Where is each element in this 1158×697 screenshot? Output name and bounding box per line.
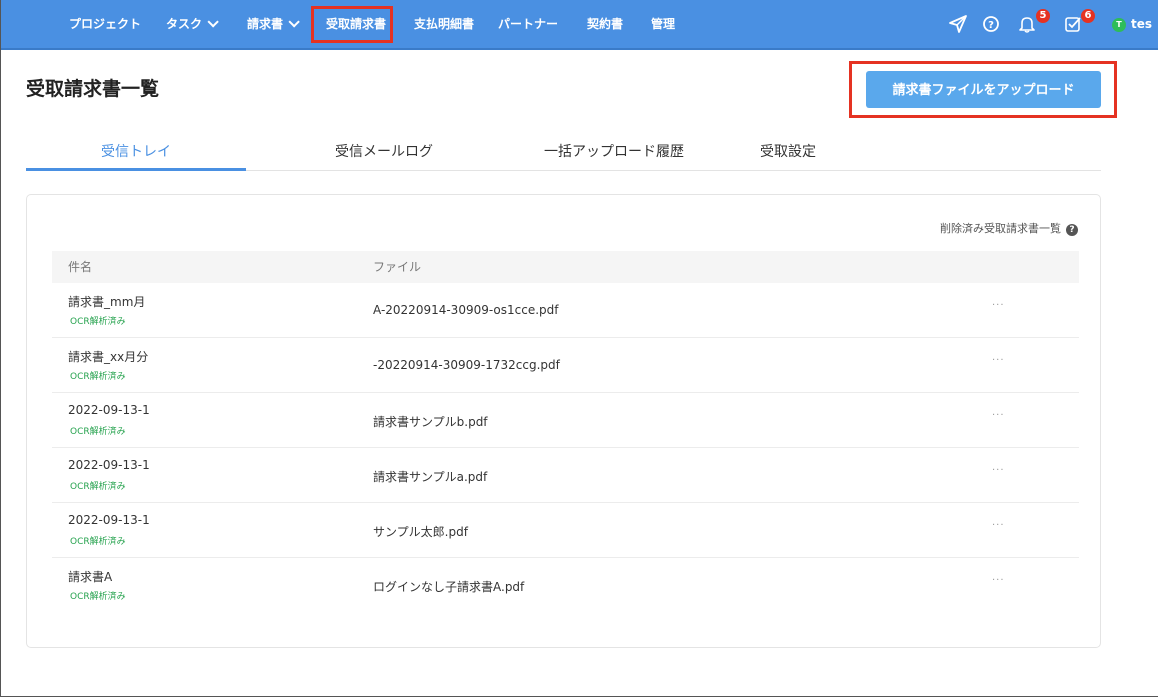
- nav-partners[interactable]: パートナー: [498, 0, 558, 48]
- more-options-icon[interactable]: ···: [992, 520, 1005, 531]
- nav-projects[interactable]: プロジェクト: [69, 0, 141, 48]
- nav-tasks[interactable]: タスク: [166, 0, 219, 48]
- bell-icon[interactable]: [1017, 14, 1037, 34]
- chevron-down-icon: [288, 16, 300, 28]
- upload-highlight-box: [849, 61, 1117, 118]
- deleted-invoices-link[interactable]: 削除済み受取請求書一覧?: [940, 220, 1078, 236]
- invoice-subject[interactable]: 2022-09-13-1: [68, 403, 150, 417]
- nav-contracts[interactable]: 契約書: [587, 0, 623, 48]
- nav-admin[interactable]: 管理: [651, 0, 675, 48]
- column-header-subject: 件名: [68, 260, 93, 274]
- table-row[interactable]: 2022-09-13-1 OCR解析済み 請求書サンプルa.pdf ···: [52, 448, 1079, 503]
- user-name[interactable]: tes: [1131, 0, 1152, 48]
- app-frame: プロジェクト タスク 請求書 受取請求書 支払明細書 パートナー 契約書 管理 …: [0, 0, 1158, 697]
- status-badge: OCR解析済み: [70, 427, 126, 437]
- tab-mail-log[interactable]: 受信メールログ: [274, 133, 494, 171]
- table-row[interactable]: 請求書_mm月 OCR解析済み A-20220914-30909-os1cce.…: [52, 283, 1079, 338]
- invoice-file[interactable]: サンプル太郎.pdf: [373, 523, 468, 540]
- tab-receive-settings[interactable]: 受取設定: [678, 133, 898, 171]
- page-title: 受取請求書一覧: [26, 78, 160, 100]
- avatar[interactable]: T: [1112, 18, 1126, 32]
- nav-invoices[interactable]: 請求書: [247, 0, 300, 48]
- checkbox-task-icon[interactable]: [1063, 14, 1083, 34]
- table-header: 件名 ファイル: [52, 251, 1079, 283]
- table-row[interactable]: 請求書A OCR解析済み ログインなし子請求書A.pdf ···: [52, 558, 1079, 613]
- invoice-subject[interactable]: 請求書_mm月: [68, 293, 145, 310]
- nav-payment-statements[interactable]: 支払明細書: [414, 0, 474, 48]
- more-options-icon[interactable]: ···: [992, 355, 1005, 366]
- more-options-icon[interactable]: ···: [992, 300, 1005, 311]
- invoice-file[interactable]: 請求書サンプルa.pdf: [373, 468, 487, 485]
- status-badge: OCR解析済み: [70, 482, 126, 492]
- invoice-subject[interactable]: 請求書A: [68, 568, 112, 585]
- top-navigation-bar: プロジェクト タスク 請求書 受取請求書 支払明細書 パートナー 契約書 管理 …: [1, 0, 1158, 50]
- send-icon[interactable]: [948, 14, 968, 34]
- more-options-icon[interactable]: ···: [992, 575, 1005, 586]
- nav-highlight-box: [311, 6, 393, 43]
- invoice-file[interactable]: ログインなし子請求書A.pdf: [373, 578, 524, 595]
- status-badge: OCR解析済み: [70, 592, 126, 602]
- status-badge: OCR解析済み: [70, 372, 126, 382]
- invoice-file[interactable]: A-20220914-30909-os1cce.pdf: [373, 303, 559, 317]
- invoice-subject[interactable]: 2022-09-13-1: [68, 458, 150, 472]
- help-icon[interactable]: ?: [981, 14, 1001, 34]
- invoice-list-card: 削除済み受取請求書一覧? 件名 ファイル 請求書_mm月 OCR解析済み A-2…: [26, 194, 1101, 648]
- invoice-subject[interactable]: 2022-09-13-1: [68, 513, 150, 527]
- invoice-file[interactable]: 請求書サンプルb.pdf: [373, 413, 488, 430]
- chevron-down-icon: [207, 16, 219, 28]
- more-options-icon[interactable]: ···: [992, 465, 1005, 476]
- table-row[interactable]: 2022-09-13-1 OCR解析済み サンプル太郎.pdf ···: [52, 503, 1079, 558]
- invoice-subject[interactable]: 請求書_xx月分: [68, 348, 148, 365]
- invoice-file[interactable]: -20220914-30909-1732ccg.pdf: [373, 358, 560, 372]
- svg-text:?: ?: [988, 20, 994, 31]
- column-header-file: ファイル: [373, 260, 422, 274]
- tasks-badge: 6: [1081, 9, 1095, 23]
- notifications-badge: 5: [1036, 9, 1050, 23]
- status-badge: OCR解析済み: [70, 317, 126, 327]
- table-row[interactable]: 請求書_xx月分 OCR解析済み -20220914-30909-1732ccg…: [52, 338, 1079, 393]
- status-badge: OCR解析済み: [70, 537, 126, 547]
- tab-bar: 受信トレイ 受信メールログ 一括アップロード履歴 受取設定: [26, 133, 1101, 171]
- table-row[interactable]: 2022-09-13-1 OCR解析済み 請求書サンプルb.pdf ···: [52, 393, 1079, 448]
- tab-inbox[interactable]: 受信トレイ: [26, 133, 246, 171]
- more-options-icon[interactable]: ···: [992, 410, 1005, 421]
- question-circle-icon[interactable]: ?: [1066, 224, 1078, 236]
